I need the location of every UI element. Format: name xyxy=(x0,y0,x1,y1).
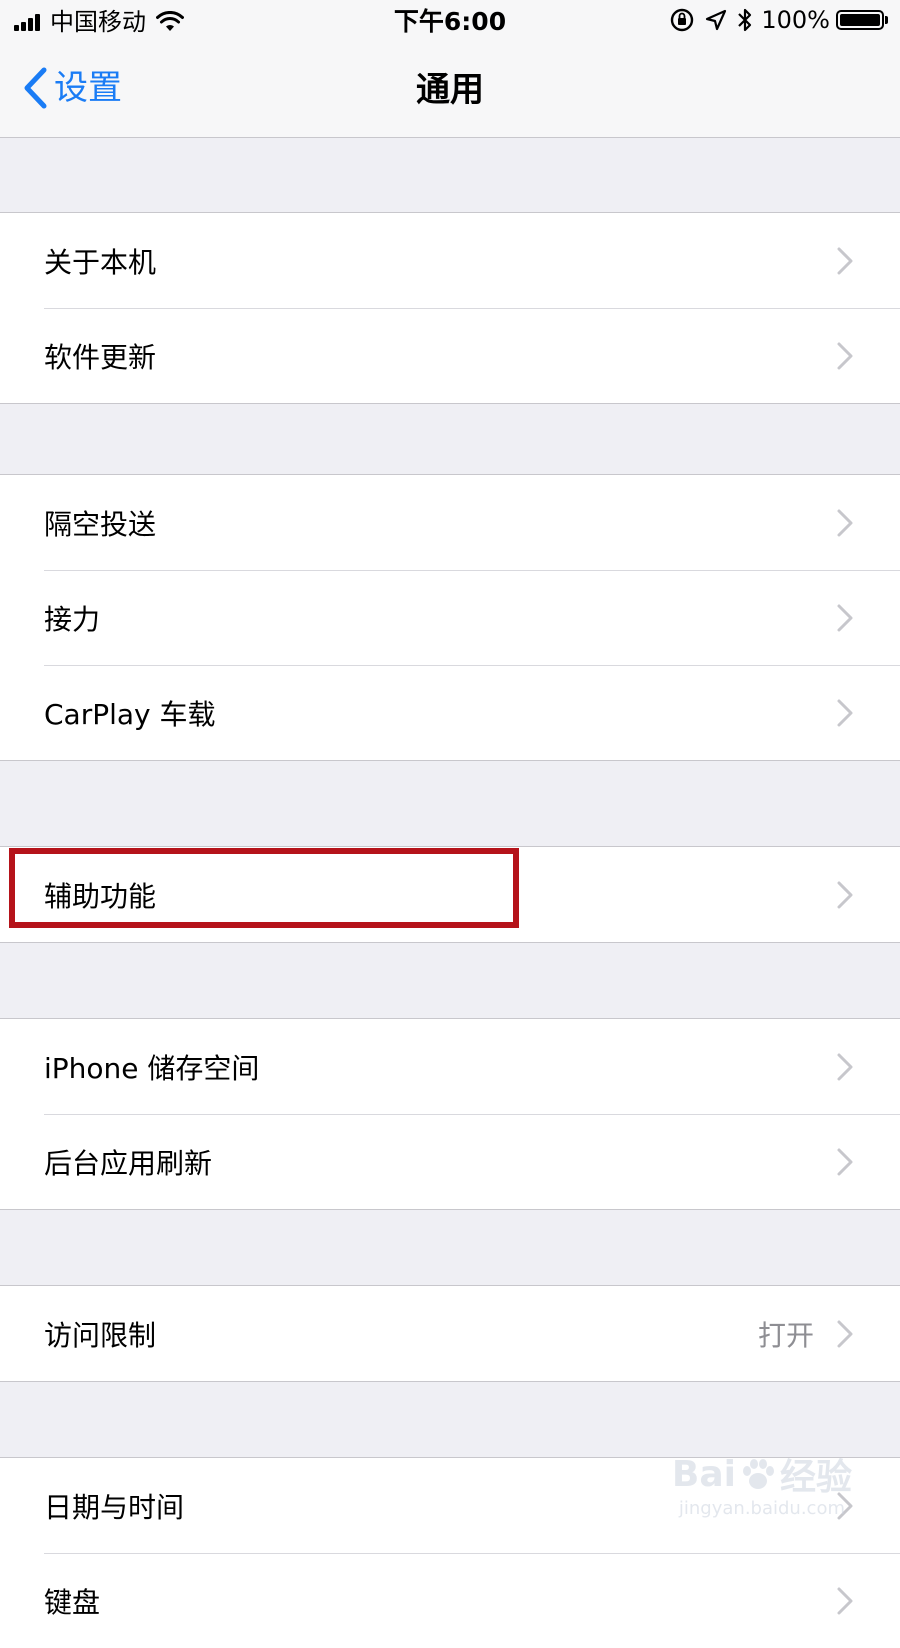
settings-group-2: 隔空投送 接力 CarPlay 车载 xyxy=(0,474,900,761)
chevron-right-icon xyxy=(837,1320,853,1347)
chevron-right-icon xyxy=(837,342,853,369)
paw-icon xyxy=(742,1459,774,1489)
watermark-logo: Bai 经验 xyxy=(672,1448,852,1500)
bluetooth-icon xyxy=(738,8,752,32)
row-keyboard[interactable]: 键盘 xyxy=(0,1553,900,1648)
row-label: CarPlay 车载 xyxy=(44,697,216,731)
chevron-right-icon xyxy=(837,247,853,274)
row-carplay[interactable]: CarPlay 车载 xyxy=(0,665,900,760)
watermark-logo-text-right: 经验 xyxy=(779,1457,852,1498)
battery-icon xyxy=(836,10,884,30)
chevron-right-icon xyxy=(837,509,853,536)
watermark-url: jingyan.baidu.com xyxy=(678,1498,845,1519)
row-value: 打开 xyxy=(757,1318,814,1352)
chevron-right-icon xyxy=(837,604,853,631)
row-label: 关于本机 xyxy=(44,245,157,279)
row-handoff[interactable]: 接力 xyxy=(0,570,900,665)
battery-cap xyxy=(885,16,888,24)
orientation-lock-icon xyxy=(671,8,694,32)
highlight-annotation-box xyxy=(9,848,519,928)
row-label: 访问限制 xyxy=(44,1318,157,1352)
page-title: 通用 xyxy=(416,70,484,110)
chevron-right-icon xyxy=(837,1587,853,1614)
row-label: 接力 xyxy=(44,602,101,636)
status-bar-right: 100% xyxy=(669,6,888,34)
row-restrictions[interactable]: 访问限制 打开 xyxy=(0,1286,900,1381)
row-iphone-storage[interactable]: iPhone 储存空间 xyxy=(0,1019,900,1114)
baidu-jingyan-watermark: Bai 经验 jingyan.baidu.com xyxy=(672,1448,852,1520)
battery-percentage: 100% xyxy=(761,6,830,34)
row-about[interactable]: 关于本机 xyxy=(0,213,900,308)
row-background-app-refresh[interactable]: 后台应用刷新 xyxy=(0,1114,900,1209)
settings-group-1: 关于本机 软件更新 xyxy=(0,212,900,404)
watermark-logo-text-left: Bai xyxy=(671,1453,736,1495)
row-label: 后台应用刷新 xyxy=(44,1146,213,1180)
chevron-right-icon xyxy=(837,699,853,726)
settings-group-4: iPhone 储存空间 后台应用刷新 xyxy=(0,1018,900,1210)
row-label: 软件更新 xyxy=(44,340,157,374)
chevron-right-icon xyxy=(837,1053,853,1080)
battery-level-fill xyxy=(840,14,880,26)
row-label: iPhone 储存空间 xyxy=(44,1051,260,1085)
status-bar: 中国移动 下午6:00 100% xyxy=(0,0,900,44)
location-icon xyxy=(706,9,727,31)
navigation-bar: 设置 通用 xyxy=(0,44,900,138)
row-airdrop[interactable]: 隔空投送 xyxy=(0,475,900,570)
row-label: 键盘 xyxy=(44,1585,101,1619)
settings-group-5: 访问限制 打开 xyxy=(0,1285,900,1382)
row-label: 隔空投送 xyxy=(44,507,157,541)
row-software-update[interactable]: 软件更新 xyxy=(0,308,900,403)
chevron-right-icon xyxy=(837,881,853,908)
chevron-right-icon xyxy=(837,1148,853,1175)
